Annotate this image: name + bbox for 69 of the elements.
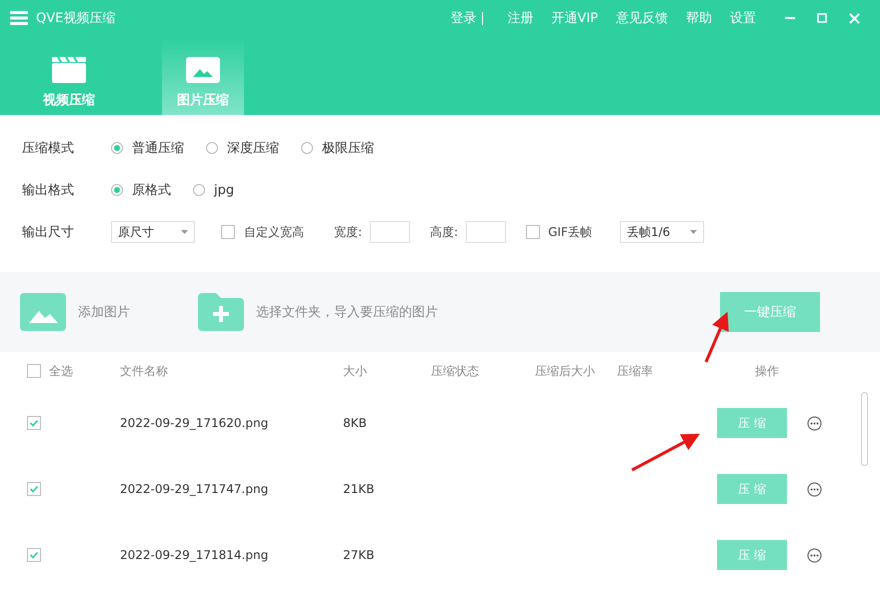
menu-link[interactable]: 注册: [507, 9, 534, 27]
compress-button[interactable]: 压 缩: [717, 474, 787, 504]
folder-plus-icon: [198, 293, 244, 331]
row-checkbox[interactable]: [27, 548, 41, 562]
more-icon[interactable]: [807, 416, 822, 430]
app-logo-icon: [10, 11, 28, 25]
radio-option[interactable]: 极限压缩: [301, 139, 374, 157]
column-header: 压缩率: [617, 362, 654, 380]
checkbox-label: GIF丢帧: [548, 224, 592, 240]
more-icon[interactable]: [807, 548, 822, 562]
menu-link[interactable]: 帮助: [686, 9, 712, 27]
checkmark-icon: [29, 484, 39, 494]
login-link[interactable]: 登录: [450, 9, 476, 27]
radio-option[interactable]: 深度压缩: [206, 139, 279, 157]
image-icon: [20, 293, 66, 331]
setting-label: 压缩模式: [22, 140, 75, 157]
file-name: 2022-09-29_171814.png: [120, 548, 270, 562]
caret-icon: [181, 230, 188, 234]
menu-link[interactable]: 开通VIP: [551, 9, 598, 27]
setting-label: 输出尺寸: [22, 224, 75, 241]
file-size: 8KB: [343, 416, 368, 430]
custom-size-checkbox[interactable]: [221, 225, 235, 239]
file-size: 21KB: [343, 482, 376, 496]
caret-icon: [690, 230, 697, 234]
maximize-icon: [817, 13, 827, 23]
height-label: 高度:: [430, 224, 458, 240]
width-label: 宽度:: [334, 224, 362, 240]
gif-checkbox[interactable]: [526, 225, 540, 239]
compress-all-button[interactable]: 一键压缩: [720, 292, 820, 332]
tab[interactable]: 图片压缩: [162, 39, 244, 115]
clapperboard-icon: [52, 57, 86, 83]
column-header: 压缩状态: [431, 362, 480, 380]
select-all-checkbox[interactable]: [27, 364, 41, 378]
width-field[interactable]: [370, 221, 410, 243]
compress-button[interactable]: 压 缩: [717, 540, 787, 570]
row-checkbox[interactable]: [27, 416, 41, 430]
add-image-button[interactable]: 添加图片: [20, 293, 130, 331]
checkmark-icon: [29, 550, 39, 560]
menu-link[interactable]: 意见反馈: [616, 9, 668, 27]
column-header: 操作: [754, 362, 780, 380]
setting-label: 输出格式: [22, 182, 75, 199]
checkbox-label: 自定义宽高: [244, 224, 304, 240]
row-checkbox[interactable]: [27, 482, 41, 496]
compress-button[interactable]: 压 缩: [717, 408, 787, 438]
window-title: QVE视频压缩: [36, 10, 116, 27]
close-icon: [848, 12, 860, 24]
add-folder-button[interactable]: 选择文件夹，导入要压缩的图片: [198, 293, 438, 331]
column-header: 文件名称: [120, 362, 169, 380]
tab[interactable]: 视频压缩: [28, 39, 110, 115]
annotation-arrow: [631, 434, 700, 472]
radio-option[interactable]: 普通压缩: [111, 139, 184, 157]
file-size: 27KB: [343, 548, 376, 562]
file-name: 2022-09-29_171620.png: [120, 416, 270, 430]
annotation-arrow: [704, 312, 729, 363]
checkmark-icon: [29, 418, 39, 428]
menu-link[interactable]: 设置: [730, 9, 756, 27]
radio-option[interactable]: jpg: [193, 182, 234, 198]
image-icon: [186, 57, 220, 83]
height-field[interactable]: [466, 221, 506, 243]
size-dropdown[interactable]: 原尺寸: [111, 221, 195, 243]
minimize-icon: [785, 17, 795, 19]
frame-dropdown[interactable]: 丢帧1/6: [620, 221, 704, 243]
more-icon[interactable]: [807, 482, 822, 496]
file-name: 2022-09-29_171747.png: [120, 482, 270, 496]
column-header: 大小: [343, 362, 368, 380]
scrollbar[interactable]: [861, 392, 868, 466]
column-header: 压缩后大小: [535, 362, 596, 380]
radio-option[interactable]: 原格式: [111, 181, 171, 199]
select-all-label: 全选: [49, 362, 73, 380]
